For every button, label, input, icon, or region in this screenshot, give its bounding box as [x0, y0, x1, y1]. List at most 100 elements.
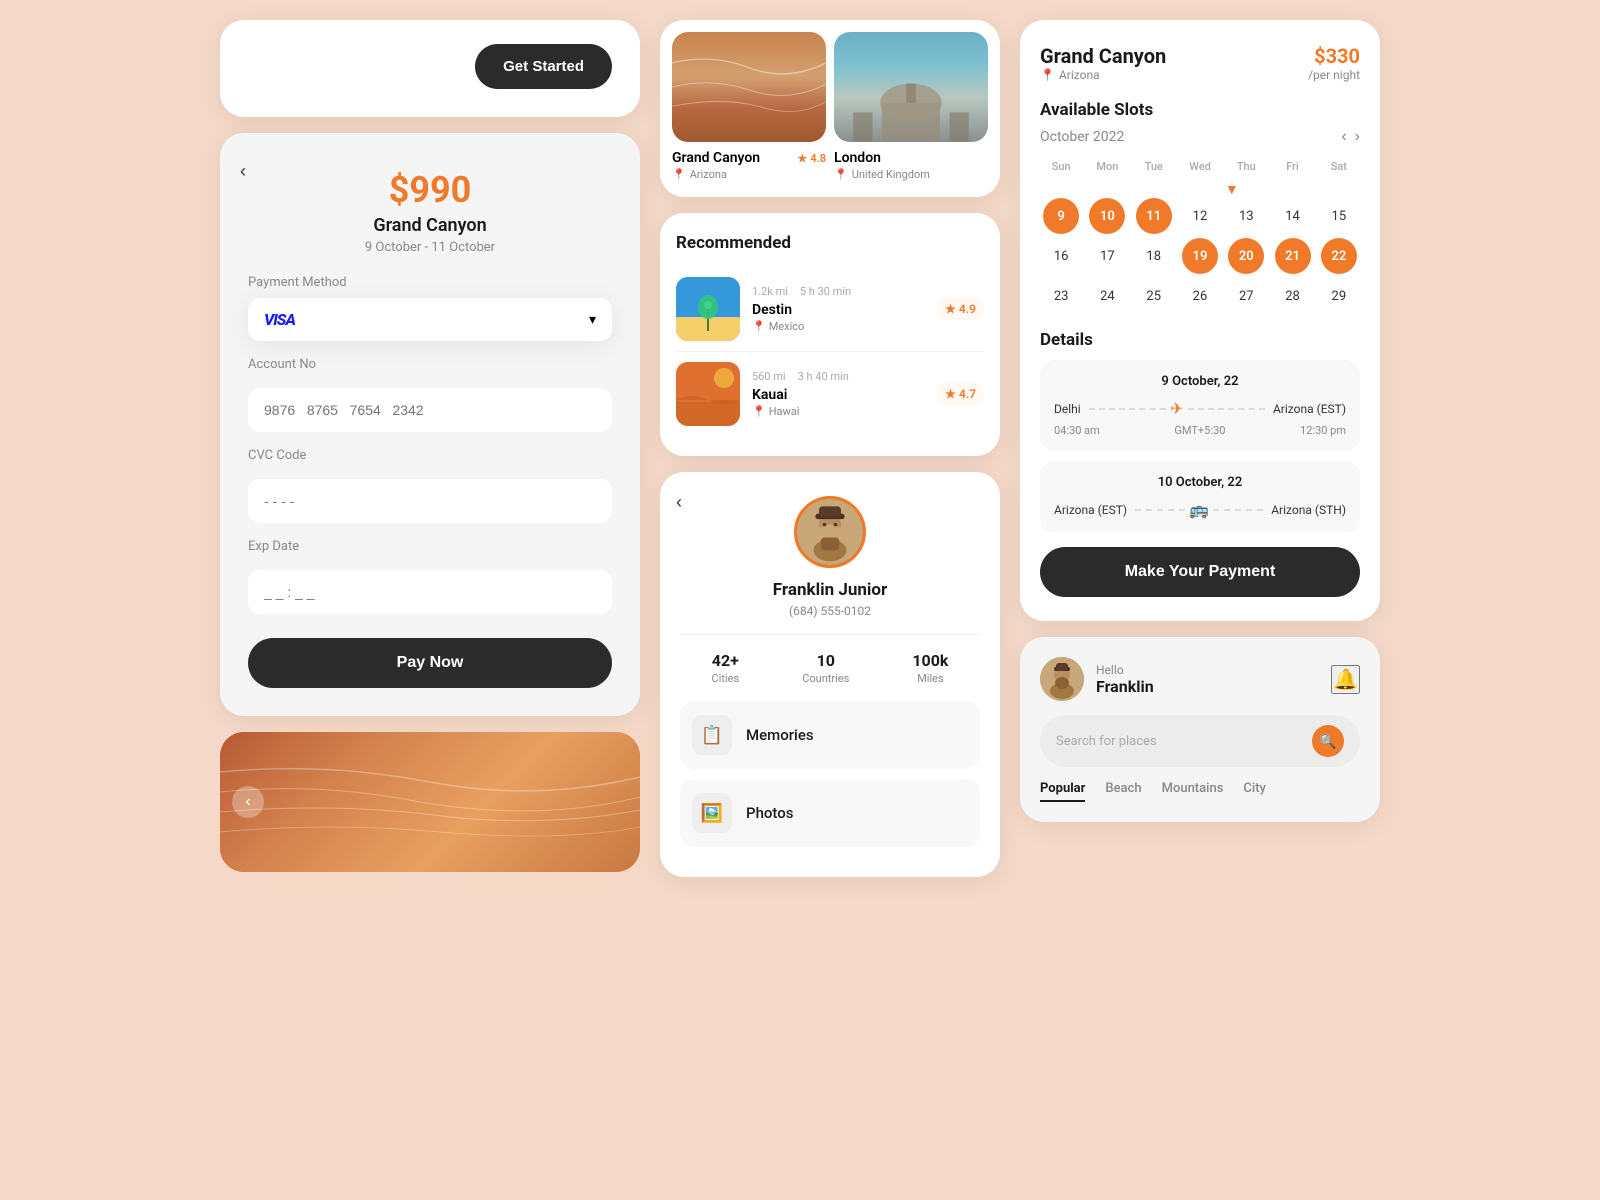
destin-meta: 1.2k mi 5 h 30 min — [752, 285, 925, 298]
stat-countries-label: Countries — [802, 672, 849, 685]
hello-user: Hello Franklin — [1040, 657, 1154, 701]
cal-header-tue: Tue — [1133, 156, 1175, 177]
cal-day-27[interactable]: 27 — [1228, 278, 1264, 314]
search-button[interactable]: 🔍 — [1312, 725, 1344, 757]
cal-day-23[interactable]: 23 — [1043, 278, 1079, 314]
payment-method-select[interactable]: VISA ▾ — [248, 298, 612, 341]
hello-greeting: Hello — [1096, 663, 1154, 677]
payment-back-button[interactable]: ‹ — [240, 161, 246, 182]
profile-stats: 42+ Cities 10 Countries 100k Miles — [680, 634, 980, 685]
cal-day-15[interactable]: 15 — [1321, 198, 1357, 234]
cal-header-fri: Fri — [1271, 156, 1313, 177]
flight-1-route: Delhi ✈ Arizona (EST) — [1054, 399, 1346, 418]
hello-card: Hello Franklin 🔔 Search for places 🔍 Pop… — [1020, 637, 1380, 822]
cal-day-9[interactable]: 9 — [1043, 198, 1079, 234]
cal-day-11[interactable]: 11 — [1136, 198, 1172, 234]
calendar-next-button[interactable]: › — [1355, 128, 1360, 146]
exp-date-input[interactable] — [248, 570, 612, 614]
calendar-prev-button[interactable]: ‹ — [1341, 128, 1346, 146]
tab-popular[interactable]: Popular — [1040, 781, 1085, 802]
image-prev-button[interactable]: ‹ — [232, 786, 264, 818]
cal-day-28[interactable]: 28 — [1275, 278, 1311, 314]
cal-header-wed: Wed — [1179, 156, 1221, 177]
london-image — [834, 32, 988, 142]
stat-cities-value: 42+ — [712, 651, 740, 670]
get-started-button[interactable]: Get Started — [475, 44, 612, 89]
cal-day-13[interactable]: 13 — [1228, 198, 1264, 234]
kauai-info: 560 mi 3 h 40 min Kauai 📍 Hawai — [752, 370, 925, 418]
cal-day-26[interactable]: 26 — [1182, 278, 1218, 314]
cal-day-17[interactable]: 17 — [1089, 238, 1125, 274]
stat-miles-value: 100k — [912, 651, 948, 670]
tab-mountains[interactable]: Mountains — [1162, 781, 1224, 802]
cal-header-sat: Sat — [1318, 156, 1360, 177]
cal-day-10[interactable]: 10 — [1089, 198, 1125, 234]
grand-canyon-rating: ★ 4.8 — [797, 152, 826, 165]
search-bar: Search for places 🔍 — [1040, 715, 1360, 767]
make-payment-button[interactable]: Make Your Payment — [1040, 547, 1360, 597]
memories-menu-item[interactable]: 📋 Memories — [680, 701, 980, 769]
destin-location: 📍 Mexico — [752, 320, 925, 333]
grand-canyon-location: Arizona — [690, 168, 727, 181]
london-location: United Kingdom — [852, 168, 930, 181]
pay-now-button[interactable]: Pay Now — [248, 638, 612, 688]
stat-miles-label: Miles — [912, 672, 948, 685]
cal-day-14[interactable]: 14 — [1275, 198, 1311, 234]
stat-countries: 10 Countries — [802, 651, 849, 685]
cal-day-19[interactable]: 19 — [1182, 238, 1218, 274]
destin-info: 1.2k mi 5 h 30 min Destin 📍 Mexico — [752, 285, 925, 333]
cal-day-12[interactable]: 12 — [1182, 198, 1218, 234]
flight-1-from: Delhi — [1054, 402, 1081, 416]
pin-icon-2: 📍 — [834, 168, 848, 181]
flight-2-to: Arizona (STH) — [1271, 503, 1346, 517]
flight-2-route: Arizona (EST) 🚌 Arizona (STH) — [1054, 500, 1346, 519]
cal-day-22[interactable]: 22 — [1321, 238, 1357, 274]
payment-destination: Grand Canyon — [248, 215, 612, 236]
flight-1-depart: 04:30 am — [1054, 424, 1100, 437]
details-title: Details — [1040, 330, 1360, 350]
kauai-duration: 3 h 40 min — [798, 370, 849, 383]
cal-header-mon: Mon — [1086, 156, 1128, 177]
rec-item-kauai[interactable]: 560 mi 3 h 40 min Kauai 📍 Hawai ★ 4.7 — [676, 352, 984, 436]
star-icon: ★ — [797, 152, 807, 165]
stat-cities-label: Cities — [712, 672, 740, 685]
cal-header-thu: Thu — [1225, 156, 1267, 177]
grand-canyon-info: Grand Canyon ★ 4.8 📍 Arizona — [672, 150, 826, 181]
cal-header-sun: Sun — [1040, 156, 1082, 177]
cal-day-16[interactable]: 16 — [1043, 238, 1079, 274]
cvc-input[interactable] — [248, 479, 612, 523]
kauai-name: Kauai — [752, 387, 925, 403]
cal-day-18[interactable]: 18 — [1136, 238, 1172, 274]
star-icon-3: ★ — [945, 387, 956, 401]
tab-beach[interactable]: Beach — [1105, 781, 1141, 802]
cal-day-21[interactable]: 21 — [1275, 238, 1311, 274]
column-1: Get Started ‹ $990 Grand Canyon 9 Octobe… — [220, 20, 640, 872]
hello-user-name: Franklin — [1096, 677, 1154, 696]
flight-2-card: 10 October, 22 Arizona (EST) 🚌 Arizona (… — [1040, 461, 1360, 533]
payment-dates: 9 October - 11 October — [248, 240, 612, 255]
cal-day-25[interactable]: 25 — [1136, 278, 1172, 314]
profile-back-button[interactable]: ‹ — [676, 492, 682, 513]
rec-item-destin[interactable]: 1.2k mi 5 h 30 min Destin 📍 Mexico ★ 4.9 — [676, 267, 984, 352]
payment-amount: $990 — [248, 169, 612, 211]
flight-1-to: Arizona (EST) — [1273, 402, 1346, 416]
booking-pin-icon: 📍 — [1040, 68, 1055, 82]
calendar-grid: Sun Mon Tue Wed Thu Fri Sat ▼ 9 10 11 12… — [1040, 156, 1360, 314]
grand-canyon-name: Grand Canyon — [672, 150, 760, 166]
plane-icon: ✈ — [1170, 399, 1183, 418]
london-info: London 📍 United Kingdom — [834, 150, 988, 181]
flight-1-arrive: 12:30 pm — [1300, 424, 1346, 437]
star-icon-2: ★ — [945, 302, 956, 316]
payment-method-label: Payment Method — [248, 275, 612, 290]
notification-bell-button[interactable]: 🔔 — [1331, 665, 1360, 694]
cvc-label: CVC Code — [248, 448, 612, 463]
cal-day-29[interactable]: 29 — [1321, 278, 1357, 314]
grand-canyon-image — [672, 32, 826, 142]
account-no-input[interactable] — [248, 388, 612, 432]
cal-day-24[interactable]: 24 — [1089, 278, 1125, 314]
category-tabs: Popular Beach Mountains City — [1040, 781, 1360, 802]
cal-day-20[interactable]: 20 — [1228, 238, 1264, 274]
tab-city[interactable]: City — [1243, 781, 1266, 802]
stat-countries-value: 10 — [802, 651, 849, 670]
photos-menu-item[interactable]: 🖼️ Photos — [680, 779, 980, 847]
